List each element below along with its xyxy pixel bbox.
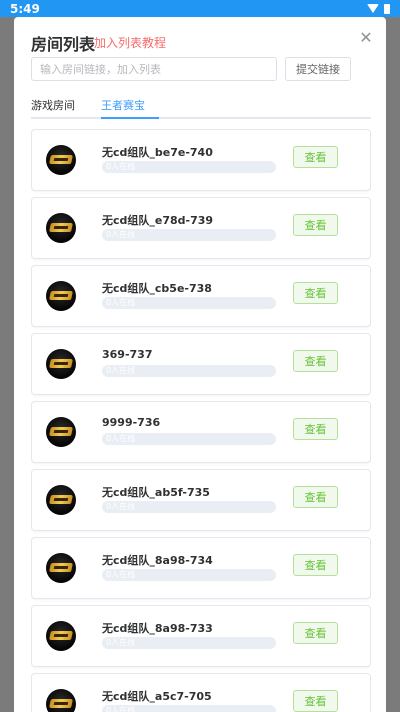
- room-card[interactable]: 9999-736 0人在线 查看: [31, 401, 371, 463]
- room-name: 无cd组队_e78d-739: [102, 214, 214, 227]
- room-name: 无cd组队_ab5f-735: [102, 486, 210, 499]
- status-time: 5:49: [10, 1, 40, 16]
- avatar-logo-mark: [49, 563, 73, 572]
- room-card[interactable]: 无cd组队_be7e-740 0人在线 查看: [31, 129, 371, 191]
- room-avatar-icon: [46, 349, 76, 379]
- avatar-logo-mark: [49, 223, 73, 232]
- avatar-logo-mark: [49, 427, 73, 436]
- view-room-button[interactable]: 查看: [293, 214, 338, 236]
- online-people-bar: 0人在线: [102, 229, 276, 241]
- online-people-text: 0人在线: [106, 162, 136, 171]
- view-room-button[interactable]: 查看: [293, 690, 338, 712]
- online-people-bar: 0人在线: [102, 297, 276, 309]
- room-card[interactable]: 无cd组队_cb5e-738 0人在线 查看: [31, 265, 371, 327]
- online-people-bar: 0人在线: [102, 637, 276, 649]
- room-card[interactable]: 无cd组队_8a98-733 0人在线 查看: [31, 605, 371, 667]
- online-people-bar: 0人在线: [102, 569, 276, 581]
- online-people-text: 0人在线: [106, 230, 136, 239]
- online-people-bar: 0人在线: [102, 705, 276, 712]
- online-people-text: 0人在线: [106, 366, 136, 375]
- room-avatar-icon: [46, 689, 76, 712]
- avatar-logo-mark: [49, 155, 73, 164]
- tutorial-link[interactable]: 加入列表教程: [94, 34, 166, 51]
- online-people-bar: 0人在线: [102, 161, 276, 173]
- search-row: 提交链接: [31, 57, 371, 81]
- dialog-title: 房间列表: [31, 35, 96, 54]
- close-icon[interactable]: ✕: [358, 30, 374, 46]
- tab-game-rooms[interactable]: 游戏房间: [31, 97, 75, 113]
- view-room-button[interactable]: 查看: [293, 146, 338, 168]
- online-people-text: 0人在线: [106, 502, 136, 511]
- view-room-button[interactable]: 查看: [293, 418, 338, 440]
- room-avatar-icon: [46, 281, 76, 311]
- tabs: 游戏房间 王者赛宝: [31, 97, 371, 119]
- dialog-header: 房间列表 加入列表教程 ✕: [14, 17, 386, 61]
- avatar-logo-mark: [49, 359, 73, 368]
- room-name: 无cd组队_a5c7-705: [102, 690, 212, 703]
- wifi-icon: [367, 4, 379, 13]
- view-room-button[interactable]: 查看: [293, 350, 338, 372]
- status-icons: [367, 3, 390, 14]
- room-card[interactable]: 无cd组队_8a98-734 0人在线 查看: [31, 537, 371, 599]
- online-people-text: 0人在线: [106, 706, 136, 712]
- room-card[interactable]: 无cd组队_e78d-739 0人在线 查看: [31, 197, 371, 259]
- tab-active-indicator: [101, 117, 159, 119]
- online-people-bar: 0人在线: [102, 365, 276, 377]
- room-name: 无cd组队_8a98-733: [102, 622, 213, 635]
- room-avatar-icon: [46, 621, 76, 651]
- avatar-logo-mark: [49, 291, 73, 300]
- room-card[interactable]: 369-737 0人在线 查看: [31, 333, 371, 395]
- tab-tournament[interactable]: 王者赛宝: [101, 97, 145, 113]
- online-people-bar: 0人在线: [102, 433, 276, 445]
- room-name: 无cd组队_8a98-734: [102, 554, 213, 567]
- room-list: 无cd组队_be7e-740 0人在线 查看 无cd组队_e78d-739 0人在线 查看…: [31, 129, 371, 712]
- online-people-text: 0人在线: [106, 298, 136, 307]
- room-avatar-icon: [46, 145, 76, 175]
- submit-link-button[interactable]: 提交链接: [285, 57, 351, 81]
- room-card[interactable]: 无cd组队_a5c7-705 0人在线 查看: [31, 673, 371, 712]
- view-room-button[interactable]: 查看: [293, 622, 338, 644]
- room-name: 369-737: [102, 348, 153, 361]
- room-list-dialog: 房间列表 加入列表教程 ✕ 提交链接 游戏房间 王者赛宝 无cd组队_be7e-…: [14, 17, 386, 712]
- avatar-logo-mark: [49, 699, 73, 708]
- room-name: 9999-736: [102, 416, 161, 429]
- status-bar: 5:49: [0, 0, 400, 17]
- room-avatar-icon: [46, 213, 76, 243]
- room-card[interactable]: 无cd组队_ab5f-735 0人在线 查看: [31, 469, 371, 531]
- room-link-input[interactable]: [31, 57, 277, 81]
- view-room-button[interactable]: 查看: [293, 282, 338, 304]
- room-avatar-icon: [46, 485, 76, 515]
- online-people-bar: 0人在线: [102, 501, 276, 513]
- battery-icon: [384, 3, 390, 14]
- room-name: 无cd组队_be7e-740: [102, 146, 213, 159]
- online-people-text: 0人在线: [106, 570, 136, 579]
- online-people-text: 0人在线: [106, 638, 136, 647]
- view-room-button[interactable]: 查看: [293, 554, 338, 576]
- avatar-logo-mark: [49, 631, 73, 640]
- avatar-logo-mark: [49, 495, 73, 504]
- room-avatar-icon: [46, 417, 76, 447]
- view-room-button[interactable]: 查看: [293, 486, 338, 508]
- online-people-text: 0人在线: [106, 434, 136, 443]
- room-name: 无cd组队_cb5e-738: [102, 282, 212, 295]
- room-avatar-icon: [46, 553, 76, 583]
